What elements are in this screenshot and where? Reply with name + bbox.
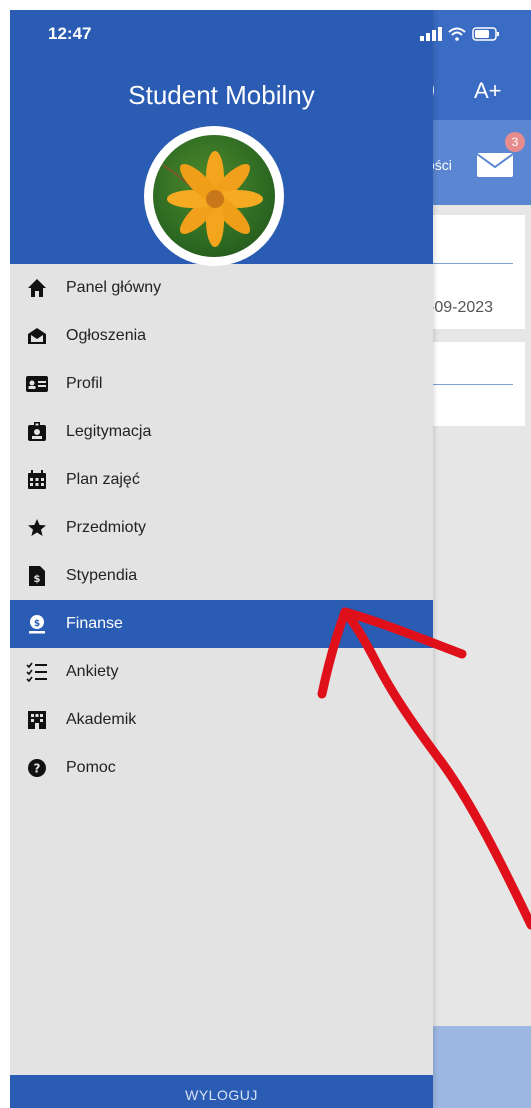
avatar[interactable]: [144, 126, 284, 266]
menu-item-label: Przedmioty: [66, 519, 147, 536]
menu-item-label: Legitymacja: [66, 423, 152, 440]
flower-icon: [162, 151, 263, 247]
menu-item-label: Ankiety: [66, 663, 119, 680]
menu-item-label: Panel główny: [66, 279, 162, 296]
menu-item-label: Akademik: [66, 711, 137, 728]
svg-text:?: ?: [34, 762, 41, 776]
menu-item-profil[interactable]: Profil: [10, 360, 433, 408]
drawer-menu: Panel główny Ogłoszenia Profil Legitymac…: [10, 264, 433, 792]
app-title: Student Mobilny: [128, 80, 315, 110]
menu-item-finanse[interactable]: $ Finanse: [10, 600, 433, 648]
id-badge-icon: [26, 421, 48, 443]
menu-item-label: Ogłoszenia: [66, 327, 147, 344]
drawer-header: 12:47 Student Mobilny: [10, 10, 433, 266]
phone-screen: ) A+ ości 3 -09-2023 12:47 Student Mobil…: [10, 10, 531, 1108]
envelope-open-icon: [26, 325, 48, 347]
menu-item-akademik[interactable]: Akademik: [10, 696, 433, 744]
menu-item-label: Stypendia: [66, 567, 138, 584]
font-size-button[interactable]: A+: [474, 78, 502, 104]
menu-item-legitymacja[interactable]: Legitymacja: [10, 408, 433, 456]
menu-item-ogloszenia[interactable]: Ogłoszenia: [10, 312, 433, 360]
card-divider: [430, 384, 513, 385]
svg-text:$: $: [34, 619, 40, 629]
svg-text:$: $: [34, 574, 41, 585]
question-circle-icon: ?: [26, 757, 48, 779]
menu-item-label: Profil: [66, 375, 103, 392]
unread-badge: 3: [505, 132, 525, 152]
logout-button[interactable]: WYLOGUJ: [10, 1075, 433, 1108]
menu-item-ankiety[interactable]: Ankiety: [10, 648, 433, 696]
card-divider: [430, 263, 513, 264]
id-card-icon: [26, 373, 48, 395]
menu-item-pomoc[interactable]: ? Pomoc: [10, 744, 433, 792]
home-icon: [26, 277, 48, 299]
menu-item-stypendia[interactable]: $ Stypendia: [10, 552, 433, 600]
calendar-icon: [26, 469, 48, 491]
battery-icon: [472, 27, 499, 41]
wifi-icon: [448, 27, 466, 41]
background-card[interactable]: [430, 342, 525, 426]
dollar-document-icon: $: [26, 565, 48, 587]
money-user-icon: $: [26, 613, 48, 635]
checklist-icon: [26, 661, 48, 683]
avatar-image: [153, 135, 275, 257]
star-icon: [26, 517, 48, 539]
menu-item-label: Finanse: [66, 615, 123, 632]
envelope-icon[interactable]: [476, 152, 514, 178]
background-date: -09-2023: [429, 299, 494, 316]
signal-icon: [420, 27, 442, 41]
building-icon: [26, 709, 48, 731]
navigation-drawer: 12:47 Student Mobilny Panel główny Ogłos…: [10, 10, 433, 1108]
menu-item-label: Pomoc: [66, 759, 116, 776]
menu-item-plan-zajec[interactable]: Plan zajęć: [10, 456, 433, 504]
menu-item-panel-glowny[interactable]: Panel główny: [10, 264, 433, 312]
menu-item-przedmioty[interactable]: Przedmioty: [10, 504, 433, 552]
status-icons: [420, 24, 520, 44]
status-time: 12:47: [48, 24, 92, 43]
menu-item-label: Plan zajęć: [66, 471, 140, 488]
